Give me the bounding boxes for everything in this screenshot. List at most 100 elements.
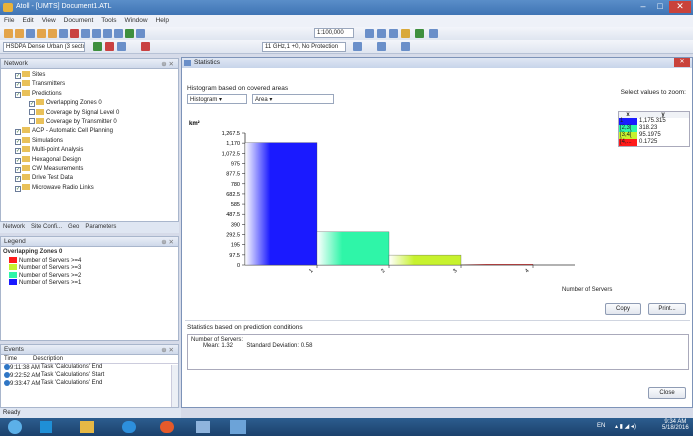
media-player-icon[interactable]	[40, 421, 52, 433]
events-close-icon[interactable]: ⊕ ✕	[161, 346, 174, 354]
tree-item[interactable]: ✓ Transmitters	[1, 80, 178, 89]
tree-item[interactable]: ✓ Overlapping Zones 0	[1, 99, 178, 108]
zoom-in-icon[interactable]	[365, 29, 374, 38]
measure-select[interactable]: Area ▾	[252, 94, 334, 104]
clock[interactable]: 9:34 AM 5/18/2016	[662, 419, 689, 431]
undo-icon[interactable]	[103, 29, 112, 38]
menu-edit[interactable]: Edit	[18, 15, 37, 26]
values-row[interactable]: [4,... 0.1725	[619, 139, 689, 146]
microwave-icon[interactable]	[401, 42, 410, 51]
tab-geo[interactable]: Geo	[65, 222, 82, 232]
legend-close-icon[interactable]: ⊕ ✕	[161, 238, 174, 246]
menu-window[interactable]: Window	[120, 15, 151, 26]
find-icon[interactable]	[429, 29, 438, 38]
checkbox[interactable]: ✓	[15, 148, 21, 155]
calculate-icon[interactable]	[117, 42, 126, 51]
tree-item[interactable]: ✓ ACP - Automatic Cell Planning	[1, 127, 178, 136]
close-button[interactable]: ✕	[669, 1, 691, 13]
save-icon[interactable]	[26, 29, 35, 38]
redo-icon[interactable]	[114, 29, 123, 38]
tree-item[interactable]: ✓ CW Measurements	[1, 164, 178, 174]
checkbox[interactable]: ✓	[29, 101, 35, 108]
tree-item[interactable]: ✓ Hexagonal Design	[1, 155, 178, 165]
menu-help[interactable]: Help	[152, 15, 173, 26]
copy-button[interactable]: Copy	[605, 303, 641, 315]
chart-type-select[interactable]: Histogram ▾	[187, 94, 247, 104]
checkbox[interactable]: ✓	[15, 82, 21, 89]
open-icon[interactable]	[15, 29, 24, 38]
tree-item[interactable]: ✓ Sites	[1, 71, 178, 80]
atoll-taskbar-icon[interactable]	[230, 420, 246, 434]
histogram-bar[interactable]	[244, 142, 318, 266]
histogram-bar[interactable]	[388, 254, 462, 266]
event-row[interactable]: 9:22:52 AM Task 'Calculations' Start	[1, 372, 178, 380]
new-icon[interactable]	[4, 29, 13, 38]
tree-item[interactable]: Coverage by Signal Level 0	[1, 108, 178, 118]
event-row[interactable]: 9:11:38 AM Task 'Calculations' End	[1, 364, 178, 372]
close-button-stats[interactable]: Close	[648, 387, 686, 399]
stop-icon[interactable]	[141, 42, 150, 51]
checkbox[interactable]: ✓	[15, 166, 21, 173]
statistics-close-button[interactable]: ✕	[674, 58, 690, 67]
export-icon[interactable]	[48, 29, 57, 38]
menu-view[interactable]: View	[38, 15, 60, 26]
tree-item[interactable]: ✓ Multi-point Analysis	[1, 146, 178, 155]
menu-file[interactable]: File	[0, 15, 18, 26]
transmitter-icon[interactable]	[93, 42, 102, 51]
ie-icon[interactable]	[122, 421, 136, 433]
checkbox[interactable]: ✓	[15, 185, 21, 192]
histogram-bar[interactable]	[316, 231, 390, 266]
checkbox[interactable]: ✓	[15, 73, 21, 79]
tree-item[interactable]: Coverage by Transmitter 0	[1, 117, 178, 127]
checkbox[interactable]: ✓	[15, 138, 21, 145]
tree-item[interactable]: ✓ Predictions	[1, 89, 178, 99]
menu-document[interactable]: Document	[60, 15, 98, 26]
checkbox[interactable]: ✓	[15, 129, 21, 136]
events-scrollbar[interactable]	[171, 365, 178, 407]
checkbox[interactable]	[29, 108, 35, 115]
zoom-icon[interactable]	[136, 29, 145, 38]
event-row[interactable]: 9:33:47 AM Task 'Calculations' End	[1, 380, 178, 388]
tab-network[interactable]: Network	[0, 222, 28, 232]
menu-tools[interactable]: Tools	[97, 15, 120, 26]
zoom-out-icon[interactable]	[377, 29, 386, 38]
cut-icon[interactable]	[70, 29, 79, 38]
values-row[interactable]: [2,3[318.23	[619, 125, 689, 132]
values-row[interactable]: [3,4[95.1975	[619, 132, 689, 139]
paste-icon[interactable]	[92, 29, 101, 38]
minimize-button[interactable]: –	[635, 1, 651, 13]
tab-parameters[interactable]: Parameters	[82, 222, 119, 232]
tree-item[interactable]: ✓ Drive Test Data	[1, 174, 178, 183]
checkbox[interactable]: ✓	[15, 176, 21, 183]
tray-icons[interactable]: ▴ ▮ ◢ ◂)	[615, 423, 636, 430]
link-icon[interactable]	[353, 42, 362, 51]
start-icon[interactable]	[8, 420, 22, 434]
scenario-select[interactable]: HSDPA Dense Urban (3 sectors)	[3, 42, 85, 52]
word-icon[interactable]	[196, 421, 210, 433]
tree-item[interactable]: ✓ Simulations	[1, 136, 178, 146]
import-icon[interactable]	[37, 29, 46, 38]
tab-site-config[interactable]: Site Confi...	[28, 222, 65, 232]
tree-item[interactable]: ✓ Microwave Radio Links	[1, 183, 178, 193]
pan-icon[interactable]	[401, 29, 410, 38]
print-button[interactable]: Print...	[648, 303, 686, 315]
checkbox[interactable]: ✓	[15, 157, 21, 164]
histogram-bar[interactable]	[460, 264, 534, 266]
refresh-icon[interactable]	[125, 29, 134, 38]
zoom-area-icon[interactable]	[389, 29, 398, 38]
profile-icon[interactable]	[377, 42, 386, 51]
measure-icon[interactable]	[415, 29, 424, 38]
firefox-icon[interactable]	[160, 421, 174, 433]
print-icon[interactable]	[59, 29, 68, 38]
explorer-icon[interactable]	[80, 421, 94, 433]
values-row[interactable]: 1 1,175.315	[619, 118, 689, 125]
panel-close-icon[interactable]: ⊕ ✕	[161, 60, 174, 68]
zoom-scale-select[interactable]: 1:100,000	[314, 28, 354, 38]
checkbox[interactable]: ✓	[15, 91, 21, 98]
copy-icon[interactable]	[81, 29, 90, 38]
frequency-select[interactable]: 11 GHz,1 +0, No Protection	[262, 42, 346, 52]
site-icon[interactable]	[105, 42, 114, 51]
maximize-button[interactable]: □	[652, 1, 668, 13]
checkbox[interactable]	[29, 117, 35, 124]
language-indicator[interactable]: EN	[597, 423, 605, 429]
